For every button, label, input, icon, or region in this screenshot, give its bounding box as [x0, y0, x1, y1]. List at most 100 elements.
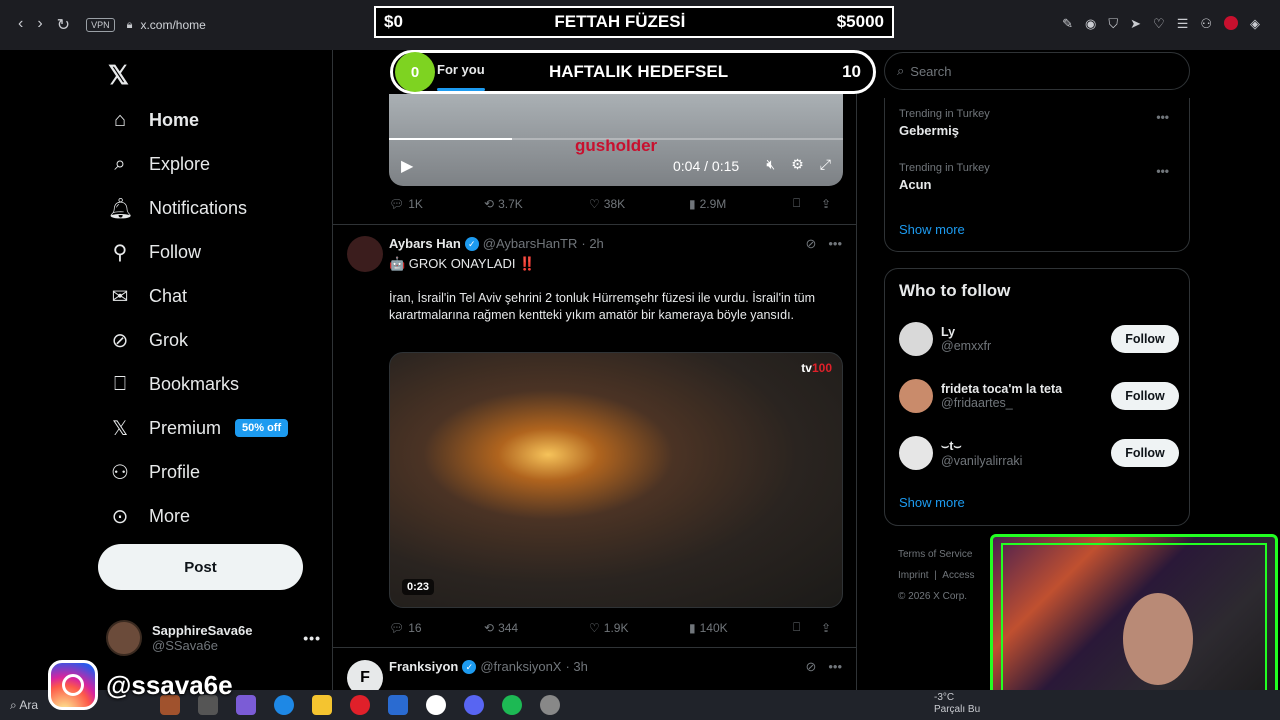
follow-suggestion[interactable]: Ly @emxxfr Follow — [899, 319, 1179, 359]
follow-suggestion[interactable]: frideta toca'm la teta @fridaartes_ Foll… — [899, 376, 1179, 416]
sidebar-item-follow[interactable]: ⚲ Follow — [108, 237, 201, 267]
trend-item[interactable]: Trending in Turkey Gebermiş ••• — [899, 108, 1179, 138]
video-progress-bar[interactable] — [389, 138, 843, 140]
webcam-overlay — [990, 534, 1278, 710]
settings-icon[interactable]: ⚙ — [791, 156, 804, 173]
vpn-badge[interactable]: VPN — [86, 18, 115, 32]
search-input[interactable]: ⌕ Search — [884, 52, 1190, 90]
yandex-icon[interactable] — [426, 695, 446, 715]
forward-icon[interactable]: › — [37, 15, 42, 35]
repost-count: 344 — [498, 620, 519, 635]
instagram-handle: @ssava6e — [106, 669, 233, 700]
view-count: 2.9M — [699, 196, 727, 211]
folder-icon[interactable] — [312, 695, 332, 715]
bookmark-button[interactable]: ⎕ — [793, 196, 821, 211]
opera-icon[interactable] — [1224, 16, 1238, 30]
edge-icon[interactable] — [274, 695, 294, 715]
more-dots-icon[interactable]: ••• — [828, 236, 842, 252]
avatar — [899, 436, 933, 470]
video-player[interactable]: tv100 0:23 — [389, 352, 843, 608]
bookmark-button[interactable]: ⎕ — [793, 620, 821, 635]
reply-button[interactable]: 💬︎ 16 — [389, 621, 484, 635]
heart-icon[interactable]: ♡ — [1153, 16, 1165, 32]
address-bar[interactable]: x.com/home — [140, 18, 205, 32]
back-icon[interactable]: ‹ — [18, 15, 23, 35]
views-button[interactable]: ▮ 2.9M — [689, 197, 793, 211]
spotify-icon[interactable] — [502, 695, 522, 715]
user-icon[interactable]: ⚇ — [1200, 16, 1212, 32]
opera-icon[interactable] — [350, 695, 370, 715]
more-dots-icon[interactable]: ••• — [303, 630, 321, 646]
grok-icon[interactable]: ⊘ — [805, 236, 816, 252]
tweet-time[interactable]: · 2h — [581, 236, 603, 251]
weather-widget[interactable]: -3°C Parçalı Bu — [934, 692, 980, 716]
account-switcher[interactable]: SapphireSava6e @SSava6e ••• — [106, 618, 321, 658]
grok-icon[interactable]: ⊘ — [805, 659, 816, 675]
shield-icon[interactable]: ⛉ — [1108, 16, 1118, 32]
goal-label: HAFTALIK HEDEFSEL — [548, 62, 729, 81]
mute-icon[interactable]: 🔇︎ — [766, 156, 775, 173]
avatar[interactable] — [347, 236, 383, 272]
app-icon[interactable] — [540, 695, 560, 715]
cube-icon[interactable]: ◈ — [1250, 16, 1260, 32]
tweet-header: Aybars Han ✓ @AybarsHanTR · 2h — [389, 236, 604, 251]
imprint-link[interactable]: Imprint — [898, 570, 929, 581]
sidebar-item-premium[interactable]: 𝕏 Premium 50% off — [108, 413, 289, 443]
active-tab-indicator — [437, 88, 485, 91]
sidebar-item-bookmarks[interactable]: ⎕ Bookmarks — [108, 369, 239, 399]
follow-button[interactable]: Follow — [1111, 325, 1179, 353]
follow-suggestion[interactable]: ⌣t⌣ @vanilyalirraki Follow — [899, 433, 1179, 473]
reply-button[interactable]: 💬︎ 1K — [389, 197, 484, 211]
like-button[interactable]: ♡ 1.9K — [589, 621, 689, 635]
follow-button[interactable]: Follow — [1111, 439, 1179, 467]
author-name[interactable]: Aybars Han — [389, 236, 461, 251]
send-icon[interactable]: ➤ — [1130, 16, 1141, 32]
sidebar-item-explore[interactable]: ⌕ Explore — [108, 149, 210, 179]
footer-links: Terms of Service Imprint | Access © 2026… — [898, 544, 975, 607]
sidebar-item-home[interactable]: ⌂ Home — [108, 105, 199, 135]
tab-for-you[interactable]: For you — [437, 62, 485, 77]
reload-icon[interactable]: ↻ — [57, 15, 70, 35]
show-more-link[interactable]: Show more — [899, 222, 965, 237]
lock-icon[interactable]: 🔒︎ — [127, 19, 133, 32]
avatar[interactable]: F — [347, 660, 383, 690]
follow-button[interactable]: Follow — [1111, 382, 1179, 410]
sidebar-item-grok[interactable]: ⊘ Grok — [108, 325, 188, 355]
taskbar-search[interactable]: ⌕ Ara — [10, 698, 38, 713]
author-handle[interactable]: @franksiyonX — [480, 659, 561, 674]
more-dots-icon[interactable]: ••• — [1156, 110, 1169, 124]
repost-button[interactable]: ⟲ 344 — [484, 621, 589, 635]
instagram-icon — [48, 660, 98, 710]
post-button[interactable]: Post — [98, 544, 303, 590]
video-player[interactable]: gusholder ▶ 0:04 / 0:15 🔇︎ ⚙ ⤢ — [389, 94, 843, 186]
app-icon[interactable] — [236, 695, 256, 715]
share-button[interactable]: ⇪ — [821, 621, 831, 635]
author-handle[interactable]: @AybarsHanTR — [483, 236, 578, 251]
share-button[interactable]: ⇪ — [821, 197, 831, 211]
tweet-time[interactable]: · 3h — [565, 659, 587, 674]
repost-button[interactable]: ⟲ 3.7K — [484, 197, 589, 211]
edit-icon[interactable]: ✎ — [1062, 16, 1073, 32]
mail-icon[interactable] — [388, 695, 408, 715]
accessibility-link[interactable]: Access — [942, 570, 974, 581]
sidebar-item-profile[interactable]: ⚇ Profile — [108, 457, 200, 487]
sidebar-item-more[interactable]: ⊙ More — [108, 501, 190, 531]
play-icon[interactable]: ▶ — [401, 156, 413, 176]
x-logo-icon[interactable]: 𝕏 — [108, 60, 129, 91]
sidebar-item-notifications[interactable]: 🔔︎ Notifications — [108, 193, 247, 223]
list-icon[interactable]: ☰ — [1177, 16, 1189, 32]
more-dots-icon[interactable]: ••• — [828, 659, 842, 675]
sidebar-item-chat[interactable]: ✉ Chat — [108, 281, 187, 311]
more-dots-icon[interactable]: ••• — [1156, 164, 1169, 178]
discord-icon[interactable] — [464, 695, 484, 715]
author-name[interactable]: Franksiyon — [389, 659, 458, 674]
terms-link[interactable]: Terms of Service — [898, 549, 972, 560]
suggestion-name: ⌣t⌣ — [941, 438, 962, 453]
trend-item[interactable]: Trending in Turkey Acun ••• — [899, 162, 1179, 192]
views-button[interactable]: ▮ 140K — [689, 621, 793, 635]
like-count: 38K — [603, 196, 626, 211]
camera-icon[interactable]: ◉ — [1085, 16, 1096, 32]
show-more-link[interactable]: Show more — [899, 495, 965, 510]
like-button[interactable]: ♡ 38K — [589, 197, 689, 211]
fullscreen-icon[interactable]: ⤢ — [820, 156, 831, 173]
